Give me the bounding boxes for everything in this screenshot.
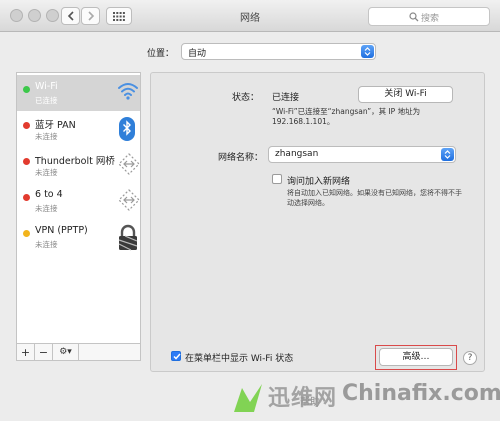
service-name: 6 to 4: [35, 189, 63, 200]
location-select[interactable]: 自动: [181, 43, 376, 60]
gear-menu-button[interactable]: ⚙▾: [53, 344, 79, 360]
status-label: 状态：: [232, 93, 260, 103]
search-field[interactable]: 搜索: [368, 7, 490, 26]
service-item-thunderbolt-bridge[interactable]: Thunderbolt 网桥 未连接: [17, 147, 140, 183]
wifi-icon: [118, 83, 138, 100]
service-item-wifi[interactable]: Wi-Fi 已连接: [17, 75, 140, 111]
checkmark-icon: [173, 353, 181, 360]
window-title: 网络: [240, 13, 260, 24]
network-name-select[interactable]: zhangsan: [268, 146, 456, 163]
close-window-button[interactable]: [10, 9, 23, 22]
remove-service-button[interactable]: −: [35, 344, 53, 360]
watermark-cn: 迅维网: [268, 386, 338, 411]
search-placeholder: 搜索: [421, 14, 440, 24]
turn-off-wifi-button[interactable]: 关闭 Wi-Fi: [358, 86, 453, 103]
bluetooth-icon: [119, 117, 135, 141]
show-all-button[interactable]: [106, 7, 132, 25]
service-list-toolbar: + − ⚙▾: [16, 344, 141, 361]
ask-join-checkbox[interactable]: [272, 174, 282, 184]
show-in-menubar-label: 在菜单栏中显示 Wi-Fi 状态: [185, 354, 294, 364]
network-arrows-icon: [118, 189, 140, 211]
status-dot: [23, 194, 30, 201]
service-name: 蓝牙 PAN: [35, 120, 76, 131]
chevron-right-icon: [87, 11, 94, 21]
network-name-label: 网络名称：: [218, 153, 264, 163]
location-label: 位置：: [147, 49, 175, 59]
help-button[interactable]: ?: [463, 351, 477, 365]
status-dot: [23, 122, 30, 129]
service-status: 未连接: [35, 168, 58, 177]
service-item-6to4[interactable]: 6 to 4 未连接: [17, 183, 140, 219]
back-button[interactable]: [61, 7, 80, 25]
add-service-button[interactable]: +: [17, 344, 35, 360]
show-in-menubar-checkbox[interactable]: [171, 351, 181, 361]
service-name: VPN (PPTP): [35, 225, 88, 236]
zoom-window-button[interactable]: [46, 9, 59, 22]
service-status: 未连接: [35, 204, 58, 213]
minimize-window-button[interactable]: [28, 9, 41, 22]
status-dot: [23, 230, 30, 237]
ask-join-label: 询问加入新网络: [287, 177, 351, 187]
chevron-left-icon: [67, 11, 74, 21]
advanced-button[interactable]: 高级…: [379, 348, 453, 366]
watermark-en: Chinafix.com: [342, 381, 500, 406]
select-stepper-icon: [441, 148, 454, 161]
service-item-bluetooth-pan[interactable]: 蓝牙 PAN 未连接: [17, 111, 140, 147]
service-list: Wi-Fi 已连接 蓝牙 PAN 未连接 Thunderbolt 网桥 未连接: [16, 72, 141, 344]
watermark-logo: [234, 384, 262, 412]
status-value: 已连接: [272, 93, 300, 103]
service-name: Thunderbolt 网桥: [35, 156, 115, 167]
service-name: Wi-Fi: [35, 81, 58, 92]
service-status: 未连接: [35, 132, 58, 141]
location-value: 自动: [188, 49, 207, 59]
service-item-vpn[interactable]: VPN (PPTP) 未连接: [17, 219, 140, 255]
lock-icon: [118, 224, 138, 251]
status-dot: [23, 158, 30, 165]
forward-button[interactable]: [81, 7, 100, 25]
network-name-value: zhangsan: [275, 149, 319, 159]
service-status: 未连接: [35, 240, 58, 249]
service-status: 已连接: [35, 96, 58, 105]
grid-icon: [113, 11, 125, 21]
status-description: “Wi-Fi”已连接至“zhangsan”，其 IP 地址为 192.168.1…: [272, 107, 421, 126]
network-arrows-icon: [118, 153, 140, 175]
title-bar: 网络 搜索: [0, 0, 500, 32]
select-stepper-icon: [361, 45, 374, 58]
search-icon: [409, 12, 419, 22]
status-dot: [23, 86, 30, 93]
ask-join-help-text: 将自动加入已知网络。如果没有已知网络，您将不得不手动选择网络。: [287, 189, 462, 207]
